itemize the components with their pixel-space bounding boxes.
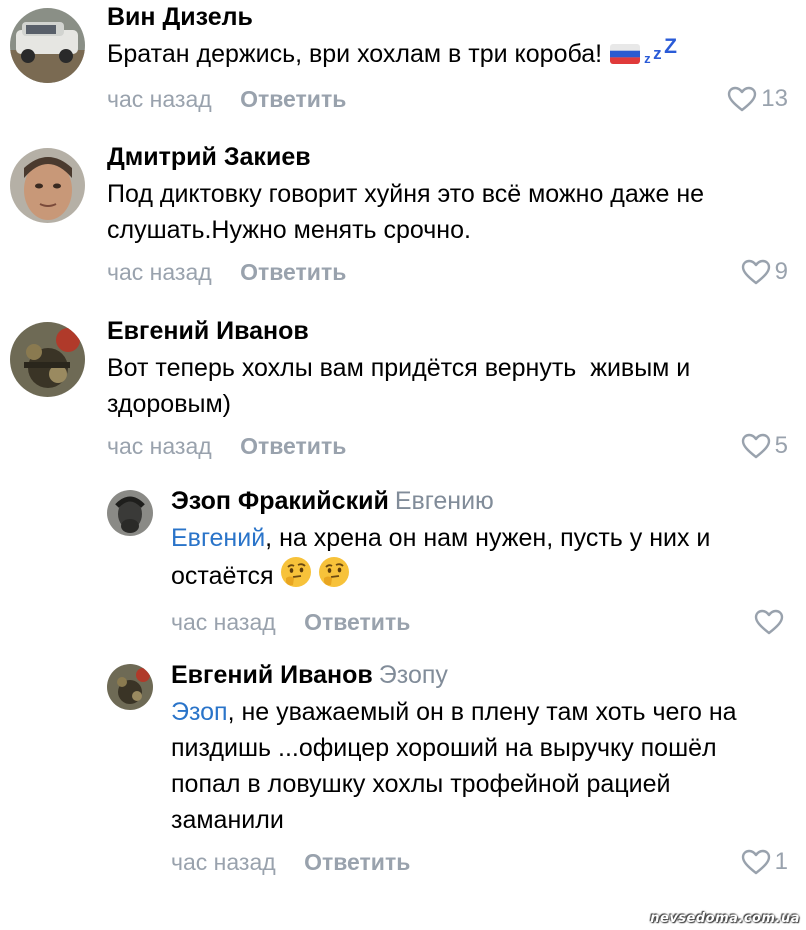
comment-body: Вин Дизель Братан держись, ври хохлам в … [107, 2, 788, 115]
comment-meta: час назад Ответить 1 [171, 846, 788, 878]
author-line: Евгений Иванов Эзопу [171, 660, 788, 690]
like-button[interactable]: 5 [741, 430, 788, 462]
heart-icon [754, 609, 784, 635]
comment-body: Эзоп Фракийский Евгению Евгений, на хрена… [171, 486, 788, 638]
comment-body: Дмитрий Закиев Под диктовку говорит хуйн… [107, 142, 788, 288]
reply-button[interactable]: Ответить [240, 86, 346, 112]
author-line: Дмитрий Закиев [107, 142, 788, 172]
timestamp: час назад [107, 86, 212, 112]
author-name[interactable]: Вин Дизель [107, 3, 253, 31]
like-count: 5 [774, 432, 788, 459]
like-count: 9 [774, 258, 788, 285]
comment-meta: час назад Ответить [171, 606, 788, 638]
reply-to-label[interactable]: Эзопу [379, 661, 448, 689]
author-line: Евгений Иванов [107, 316, 788, 346]
heart-icon [741, 849, 771, 875]
timestamp: час назад [107, 259, 212, 285]
avatar[interactable] [10, 322, 85, 397]
author-name[interactable]: Эзоп Фракийский [171, 487, 389, 515]
reply-to-label[interactable]: Евгению [395, 487, 494, 515]
mention-link[interactable]: Евгений [171, 524, 265, 552]
comment-body: Евгений Иванов Эзопу Эзоп, не уважаемый о… [171, 660, 788, 878]
comment-meta: час назад Ответить 13 [107, 83, 788, 115]
comment-meta: час назад Ответить 9 [107, 256, 788, 288]
avatar[interactable] [107, 490, 153, 536]
like-button[interactable]: 13 [727, 83, 788, 115]
comment-text: Братан держись, ври хохлам в три короба!… [107, 36, 788, 75]
like-count: 13 [761, 85, 788, 112]
avatar[interactable] [10, 148, 85, 223]
like-count: 1 [774, 848, 788, 875]
reply-button[interactable]: Ответить [240, 433, 346, 459]
heart-icon [727, 86, 757, 112]
reply-button[interactable]: Ответить [304, 609, 410, 635]
like-button[interactable]: 9 [741, 256, 788, 288]
comment-body: Евгений Иванов Вот теперь хохлы вам прид… [107, 316, 788, 462]
comment-text: Вот теперь хохлы вам придётся вернуть жи… [107, 354, 698, 418]
comment-meta: час назад Ответить 5 [107, 430, 788, 462]
author-line: Эзоп Фракийский Евгению [171, 486, 788, 516]
like-button[interactable] [754, 606, 788, 638]
thinking-face-icon [280, 556, 312, 598]
author-name[interactable]: Дмитрий Закиев [107, 143, 311, 171]
mention-link[interactable]: Эзоп [171, 698, 228, 726]
timestamp: час назад [171, 849, 276, 875]
heart-icon [741, 433, 771, 459]
timestamp: час назад [171, 609, 276, 635]
comment-text: Под диктовку говорит хуйня это всё можно… [107, 180, 705, 244]
timestamp: час назад [107, 433, 212, 459]
comment-text: Евгений, на хрена он нам нужен, пусть у … [171, 520, 788, 598]
sleep-zzz-icon: zzZ [644, 35, 677, 66]
reply-button[interactable]: Ответить [304, 849, 410, 875]
avatar[interactable] [107, 664, 153, 710]
like-button[interactable]: 1 [741, 846, 788, 878]
avatar[interactable] [10, 8, 85, 83]
author-line: Вин Дизель [107, 2, 788, 32]
author-name[interactable]: Евгений Иванов [171, 661, 373, 689]
author-name[interactable]: Евгений Иванов [107, 317, 309, 345]
thinking-face-icon [318, 556, 350, 598]
heart-icon [741, 259, 771, 285]
russia-flag-icon [610, 39, 641, 75]
reply-button[interactable]: Ответить [240, 259, 346, 285]
watermark: nevsedoma.com.ua [650, 911, 800, 926]
comment-text: Эзоп, не уважаемый он в плену там хоть ч… [171, 698, 737, 834]
